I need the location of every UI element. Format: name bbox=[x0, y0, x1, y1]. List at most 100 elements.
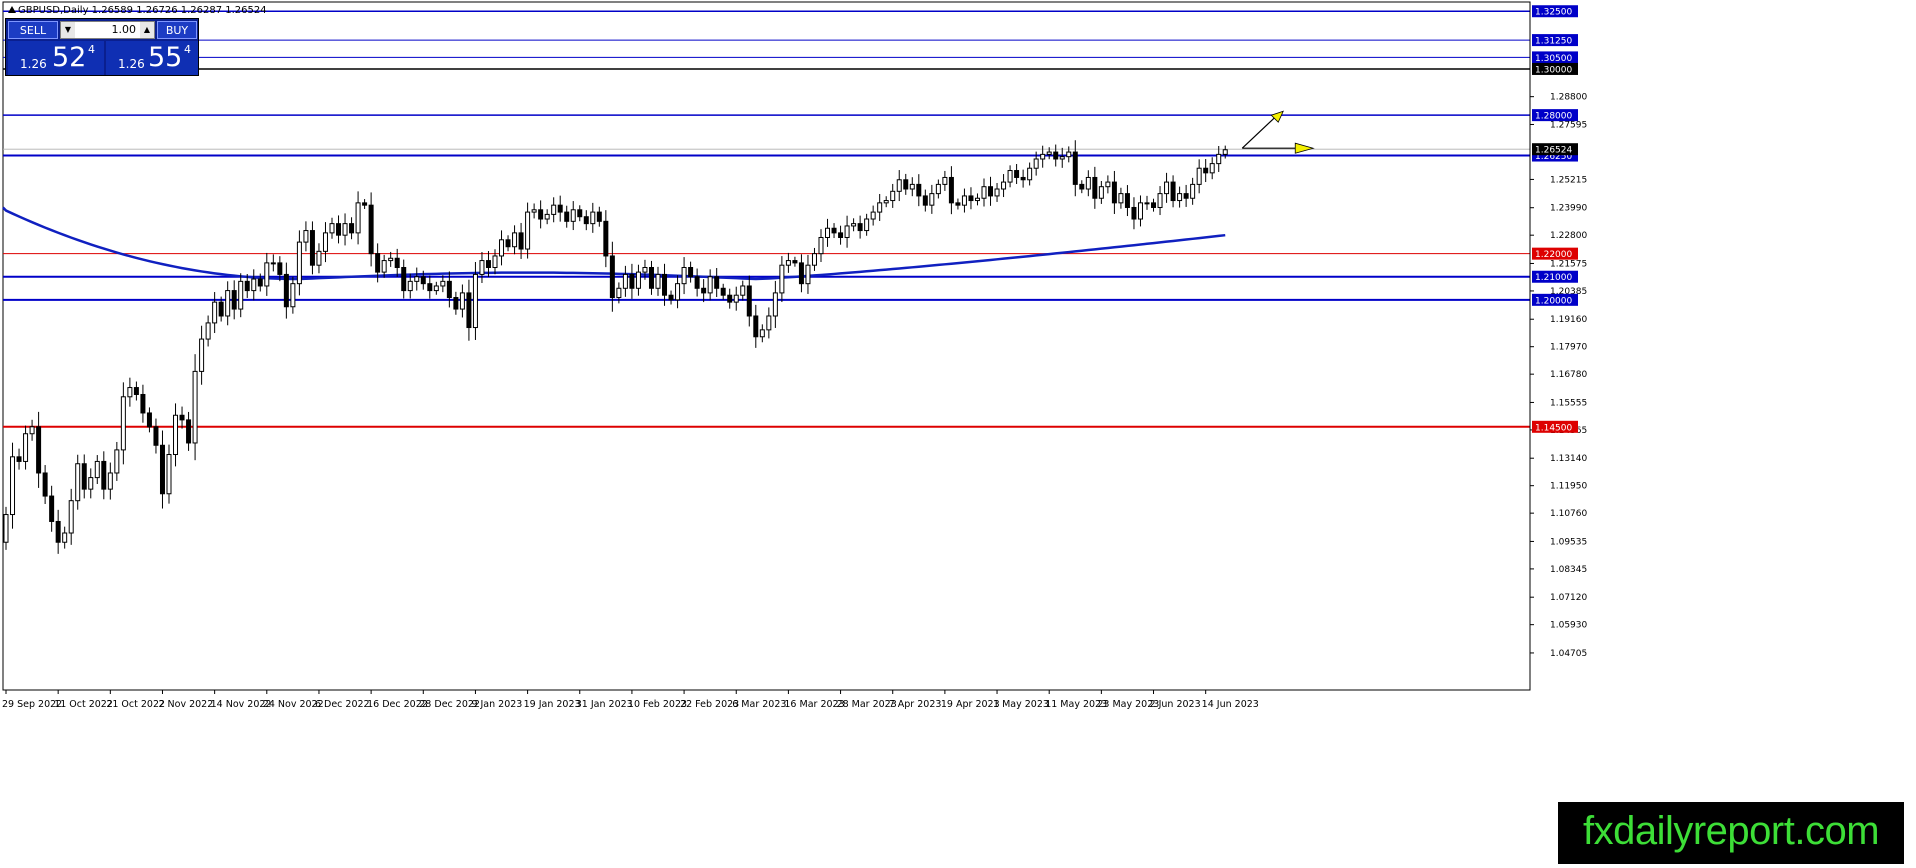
bull-candle-body bbox=[544, 213, 550, 220]
plot-frame bbox=[2, 1, 1531, 691]
chart-canvas[interactable]: 1.28800 1.27595 1.25215 1.23990 1.22800 1.215… bbox=[0, 0, 1916, 864]
bull-candle-body bbox=[264, 262, 270, 287]
buy-button[interactable]: BUY bbox=[157, 21, 197, 39]
sell-button[interactable]: SELL bbox=[8, 21, 58, 39]
lot-size-input[interactable]: ▼ 1.00 ▲ bbox=[60, 21, 155, 39]
candle bbox=[903, 173, 909, 195]
bull-candle-body bbox=[120, 396, 126, 451]
bull-candle-body bbox=[10, 456, 16, 516]
candle bbox=[544, 209, 550, 225]
bull-candle-body bbox=[531, 209, 537, 213]
bull-candle-body bbox=[205, 322, 211, 340]
bear-candle-body bbox=[218, 301, 224, 317]
price-chart[interactable]: 1.28800 1.27595 1.25215 1.23990 1.22800 1.215… bbox=[0, 0, 1916, 864]
candle bbox=[635, 264, 641, 296]
candle bbox=[173, 403, 179, 467]
bull-candle-body bbox=[192, 370, 198, 444]
candle bbox=[877, 193, 883, 221]
lot-decrease-icon[interactable]: ▼ bbox=[61, 22, 75, 38]
sell-quote[interactable]: 1.26 52 4 bbox=[8, 41, 104, 75]
level-tag: 1.14500 bbox=[1535, 423, 1572, 433]
candle bbox=[720, 283, 726, 300]
candle bbox=[792, 256, 798, 267]
buy-quote[interactable]: 1.26 55 4 bbox=[106, 41, 198, 75]
bull-candle-body bbox=[805, 264, 811, 285]
bull-candle-body bbox=[740, 285, 746, 296]
bull-candle-body bbox=[1040, 153, 1046, 160]
bear-candle-body bbox=[1079, 183, 1085, 190]
bull-candle-body bbox=[251, 278, 257, 292]
candle bbox=[505, 235, 511, 252]
candle bbox=[1144, 195, 1150, 210]
bear-candle-body bbox=[1053, 151, 1059, 160]
bull-candle-body bbox=[440, 280, 446, 287]
bull-candle-body bbox=[929, 193, 935, 206]
candle bbox=[1027, 162, 1033, 186]
bear-candle-body bbox=[16, 456, 22, 462]
candle bbox=[838, 225, 844, 245]
price-tick-label: 1.13140 bbox=[1550, 454, 1587, 464]
bull-candle-body bbox=[818, 236, 824, 255]
candle bbox=[16, 448, 22, 470]
candle bbox=[857, 215, 863, 239]
bear-candle-body bbox=[375, 253, 381, 273]
time-tick-label: 1 May 2023 bbox=[993, 699, 1049, 710]
bear-candle-body bbox=[955, 202, 961, 206]
candle bbox=[192, 354, 198, 461]
candle bbox=[759, 324, 765, 343]
bull-candle-body bbox=[779, 264, 785, 294]
bull-candle-body bbox=[642, 267, 648, 273]
lot-size-value[interactable]: 1.00 bbox=[77, 22, 138, 38]
candle bbox=[1001, 174, 1007, 198]
bull-candle-body bbox=[675, 283, 681, 301]
candle bbox=[1177, 186, 1183, 208]
price-tick-label: 1.07120 bbox=[1550, 593, 1587, 603]
annotation-arrows bbox=[1241, 110, 1315, 154]
bear-candle-body bbox=[792, 260, 798, 264]
candle bbox=[362, 199, 368, 209]
bear-candle-body bbox=[146, 412, 152, 428]
candle bbox=[212, 292, 218, 334]
candle bbox=[1007, 165, 1013, 188]
candle bbox=[825, 218, 831, 247]
bear-candle-body bbox=[1170, 181, 1176, 202]
current-price-tag: 1.26524 bbox=[1535, 146, 1572, 156]
bear-candle-body bbox=[1072, 151, 1078, 185]
candle bbox=[851, 218, 857, 232]
level-tag: 1.28000 bbox=[1535, 112, 1572, 122]
bull-candle-body bbox=[459, 292, 465, 310]
price-tick-label: 1.25215 bbox=[1550, 175, 1587, 185]
bull-candle-body bbox=[355, 202, 361, 234]
candle bbox=[114, 441, 120, 481]
bull-candle-body bbox=[961, 195, 967, 206]
candle bbox=[225, 281, 231, 326]
candle bbox=[753, 304, 759, 348]
lot-increase-icon[interactable]: ▲ bbox=[140, 22, 154, 38]
candle bbox=[844, 215, 850, 248]
candle bbox=[1072, 140, 1078, 197]
bull-candle-body bbox=[1059, 156, 1065, 160]
bear-candle-body bbox=[1014, 170, 1020, 178]
candle bbox=[296, 230, 302, 296]
bear-candle-body bbox=[277, 262, 283, 275]
bull-candle-body bbox=[994, 188, 1000, 197]
candle bbox=[1196, 159, 1202, 194]
price-tick-label: 1.27595 bbox=[1550, 120, 1587, 130]
bull-candle-body bbox=[1046, 151, 1052, 155]
candle bbox=[290, 276, 296, 314]
bear-candle-body bbox=[368, 204, 374, 255]
time-tick-label: 6 Dec 2022 bbox=[315, 699, 370, 710]
bull-candle-body bbox=[570, 209, 576, 222]
candle bbox=[779, 256, 785, 303]
candle bbox=[336, 215, 342, 244]
bear-candle-body bbox=[179, 414, 185, 421]
candle bbox=[309, 221, 315, 275]
time-tick-label: 11 Oct 2022 bbox=[54, 699, 113, 710]
candle bbox=[994, 182, 1000, 202]
bull-candle-body bbox=[166, 454, 172, 495]
candle bbox=[355, 191, 361, 245]
candle bbox=[733, 286, 739, 311]
bear-candle-body bbox=[720, 287, 726, 296]
candle bbox=[864, 213, 870, 236]
bear-candle-body bbox=[283, 273, 289, 308]
